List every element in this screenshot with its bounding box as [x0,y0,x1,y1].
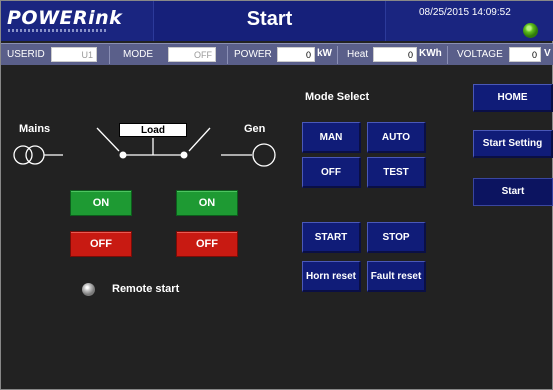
voltage-unit: V [544,48,551,59]
voltage-label: VOLTAGE [457,49,503,60]
separator [109,46,110,64]
userid-label: USERID [7,49,45,60]
header-bar: POWERink Start 08/25/2015 14:09:52 [1,1,553,41]
gen-on-button[interactable]: ON [176,190,238,216]
gen-off-button[interactable]: OFF [176,231,238,257]
fault-reset-button[interactable]: Fault reset [367,261,426,292]
single-line-diagram [13,127,276,167]
userid-field: U1 [51,47,97,62]
mains-contact-icon [119,151,127,159]
start-nav-button[interactable]: Start [473,178,553,206]
datetime: 08/25/2015 14:09:52 [419,7,511,18]
mains-on-button[interactable]: ON [70,190,132,216]
power-label: POWER [234,49,272,60]
remote-start-led-icon [82,283,95,296]
auto-button[interactable]: AUTO [367,122,426,153]
bus-line [125,138,181,156]
separator [227,46,228,64]
mains-breaker-icon [96,127,120,152]
start-setting-nav-button[interactable]: Start Setting [473,130,553,158]
separator [337,46,338,64]
status-bar: USERID U1 MODE OFF POWER 0 kW Heat 0 KWh… [1,43,553,65]
start-button[interactable]: START [302,222,361,253]
powerink-logo: POWERink [7,7,123,29]
hmi-screen: POWERink Start 08/25/2015 14:09:52 USERI… [0,0,553,390]
off-button[interactable]: OFF [302,157,361,188]
power-unit: kW [317,48,332,59]
horn-reset-button[interactable]: Horn reset [302,261,361,292]
separator [447,46,448,64]
stop-button[interactable]: STOP [367,222,426,253]
mode-field: OFF [168,47,216,62]
voltage-field: 0 [509,47,541,62]
home-nav-button[interactable]: HOME [473,84,553,112]
title-box: Start [153,1,386,41]
status-led-icon [523,23,538,38]
power-field: 0 [277,47,315,62]
test-button[interactable]: TEST [367,157,426,188]
mains-transformer-icon [13,145,45,165]
heat-unit: KWh [419,48,442,59]
generator-icon [252,143,276,167]
man-button[interactable]: MAN [302,122,361,153]
mains-off-button[interactable]: OFF [70,231,132,257]
logo-tagline [8,29,106,32]
heat-label: Heat [347,49,369,60]
remote-start-label: Remote start [112,283,180,295]
mode-select-title: Mode Select [305,91,370,103]
page-title: Start [246,8,293,30]
heat-field: 0 [373,47,417,62]
gen-breaker-icon [188,127,211,152]
mode-label: MODE [123,49,153,60]
gen-contact-icon [180,151,188,159]
